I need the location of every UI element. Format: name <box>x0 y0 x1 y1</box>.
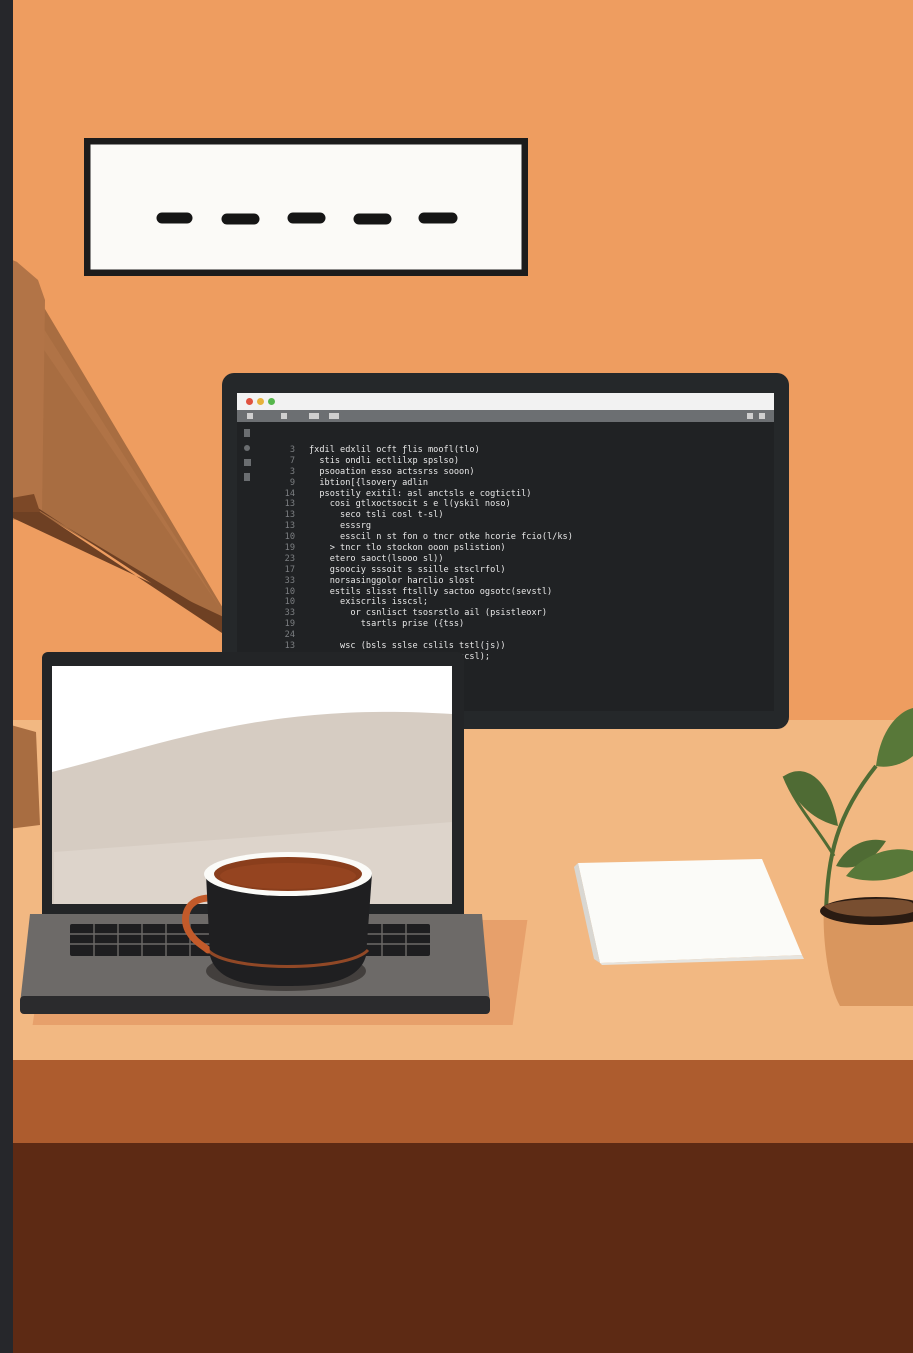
left-edge-strip <box>0 0 13 1353</box>
toolbar-icon[interactable] <box>747 413 753 419</box>
line-number: 10 <box>284 532 295 543</box>
code-text: ƒxdil edxlil ocft ƒlis moofl(tlo) <box>309 445 480 455</box>
code-line: 19 > tncr tlo stockon ooon pslistion) <box>271 543 766 554</box>
line-number: 13 <box>284 499 295 510</box>
window-title-bar <box>237 393 774 410</box>
git-icon[interactable] <box>244 459 251 466</box>
code-text: stis ondli ectlilxp spslso) <box>309 455 460 466</box>
line-number: 10 <box>284 597 295 608</box>
code-text: norsasinggolor harclio slost <box>309 575 475 586</box>
code-text: seco tsli cosl t-sl) <box>309 510 444 521</box>
editor-sidebar <box>241 429 257 489</box>
code-text: gsoociy sssoit s ssille stsclrfol) <box>309 564 506 575</box>
code-text: psostily exitil: asl anctsls e cogtictil… <box>309 488 532 499</box>
potted-plant-icon <box>776 706 913 1006</box>
line-number: 13 <box>284 521 295 532</box>
line-number: 14 <box>284 488 295 499</box>
code-line: 10 exiscrils isscsl; <box>271 597 766 608</box>
code-text: tsartls prise ({tss) <box>309 619 465 630</box>
code-text: esssrg <box>309 521 372 532</box>
line-number: 24 <box>284 630 295 641</box>
window-toolbar <box>237 410 774 422</box>
code-line: 9 ibtion[{lsovery adlin <box>271 478 766 489</box>
code-line: 13 esssrg <box>271 521 766 532</box>
toolbar-icon[interactable] <box>281 413 287 419</box>
line-number: 7 <box>289 455 295 466</box>
code-line: 13 cosi gtlxoctsocit s e l(yskil noso) <box>271 499 766 510</box>
line-number: 3 <box>289 466 295 477</box>
code-line: 13 seco tsli cosl t-sl) <box>271 510 766 521</box>
toolbar-icon[interactable] <box>309 413 319 419</box>
line-number: 9 <box>289 477 295 488</box>
code-line: 33 norsasinggolor harclio slost <box>271 576 766 587</box>
code-text: ibtion[{lsovery adlin <box>309 477 428 488</box>
code-line: 33 or csnlisct tsosrstlo ail (psistleoxr… <box>271 608 766 619</box>
maximize-dot-icon[interactable] <box>268 398 275 405</box>
code-line: 13 wsc (bsls sslse cslils tstl(js)) <box>271 641 766 652</box>
line-number: 33 <box>284 608 295 619</box>
minimize-dot-icon[interactable] <box>257 398 264 405</box>
code-line: 10 estils slisst ftsllly sactoo ogsotc(s… <box>271 587 766 598</box>
search-icon[interactable] <box>244 445 250 451</box>
toolbar-icon[interactable] <box>247 413 253 419</box>
code-text: wsc (bsls sslse cslils tstl(js)) <box>309 641 506 652</box>
debug-icon[interactable] <box>244 473 250 481</box>
line-number: 19 <box>284 619 295 630</box>
code-line: 24 <box>271 630 766 641</box>
code-text: etero saoct(lsooo sl)) <box>309 553 444 564</box>
code-line: 3 psooation esso actssrss sooon) <box>271 467 766 478</box>
workspace-scene: 3 ƒxdil edxlil ocft ƒlis moofl(tlo) 7 stis… <box>0 0 913 1353</box>
code-text: psooation esso actssrss sooon) <box>309 466 475 477</box>
line-number: 13 <box>284 641 295 652</box>
line-number: 33 <box>284 575 295 586</box>
code-text: estils slisst ftsllly sactoo ogsotc(sevs… <box>309 586 553 597</box>
line-number: 10 <box>284 586 295 597</box>
code-text: or csnlisct tsosrstlo ail (psistleoxr) <box>309 608 547 619</box>
code-text: cosi gtlxoctsocit s e l(yskil noso) <box>309 499 511 510</box>
line-number: 13 <box>284 510 295 521</box>
toolbar-icon[interactable] <box>329 413 339 419</box>
coffee-mug-icon <box>178 846 378 996</box>
line-number: 19 <box>284 543 295 554</box>
close-dot-icon[interactable] <box>246 398 253 405</box>
line-number: 3 <box>289 445 295 455</box>
desk-front <box>0 1060 913 1144</box>
code-line: 3 ƒxdil edxlil ocft ƒlis moofl(tlo) <box>271 445 766 456</box>
code-line: 23 etero saoct(lsooo sl)) <box>271 554 766 565</box>
code-line: 17 gsoociy sssoit s ssille stsclrfol) <box>271 565 766 576</box>
toolbar-icon[interactable] <box>759 413 765 419</box>
code-line: 19 tsartls prise ({tss) <box>271 619 766 630</box>
code-line: 10 esscil n st fon o tncr otke hcorie fc… <box>271 532 766 543</box>
code-text: esscil n st fon o tncr otke hcorie fcio(… <box>309 532 573 543</box>
code-line: 14 psostily exitil: asl anctsls e cogtic… <box>271 489 766 500</box>
code-line: 7 stis ondli ectlilxp spslso) <box>271 456 766 467</box>
code-text: exiscrils isscsl; <box>309 597 428 608</box>
paper-sheet-icon <box>570 855 810 965</box>
line-number: 23 <box>284 553 295 564</box>
line-number: 17 <box>284 564 295 575</box>
floor <box>0 1143 913 1353</box>
code-text: > tncr tlo stockon ooon pslistion) <box>309 543 506 554</box>
file-icon[interactable] <box>244 429 250 437</box>
